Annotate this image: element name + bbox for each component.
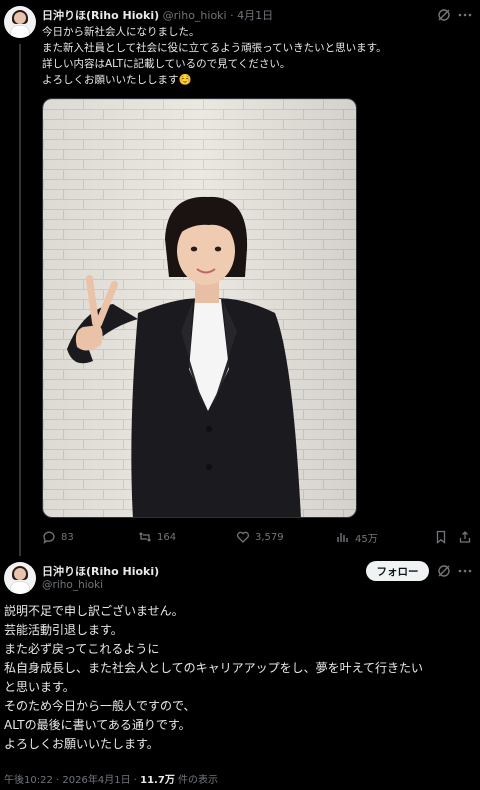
- thread-connector-line: [19, 44, 21, 556]
- tweet-header: 日沖りほ(Riho Hioki) @riho_hioki · 4月1日: [42, 7, 273, 23]
- tweet-line: 芸能活動引退します。: [4, 623, 123, 637]
- tweet-line: そのため今日から一般人ですので、: [4, 699, 196, 713]
- repost-icon: [139, 532, 151, 542]
- views-icon: [337, 533, 348, 542]
- follow-button[interactable]: フォロー: [366, 561, 429, 581]
- tweet-text: 今日から新社会人になりました。 また新入社員として社会に役に立てるよう頑張ってい…: [42, 24, 387, 88]
- tweet-line: よろしくお願いいたしします☺️: [42, 74, 192, 86]
- tweet-line: 私自身成長し、また社会人としてのキャリアアップをし、夢を叶えて行きたい: [4, 661, 424, 675]
- separator: ·: [133, 775, 137, 786]
- separator: ·: [230, 9, 234, 22]
- display-name[interactable]: 日沖りほ(Riho Hioki): [42, 9, 159, 22]
- like-icon: [237, 531, 249, 543]
- views-button[interactable]: 45万: [336, 528, 378, 546]
- tweet-line: と思います。: [4, 680, 75, 694]
- tweet-date[interactable]: 2026年4月1日: [62, 775, 130, 786]
- bookmark-icon: [436, 530, 446, 544]
- grok-icon[interactable]: [437, 8, 451, 22]
- reply-icon: [43, 531, 55, 544]
- tweet-actions: 83 164 3,579 45万: [42, 528, 478, 546]
- bookmark-button[interactable]: [434, 528, 448, 546]
- handle[interactable]: @riho_hioki: [42, 579, 103, 591]
- handle[interactable]: @riho_hioki: [163, 9, 227, 22]
- display-name[interactable]: 日沖りほ(Riho Hioki): [42, 563, 159, 579]
- like-count: 3,579: [255, 531, 284, 543]
- separator: ·: [56, 775, 60, 786]
- grok-icon[interactable]: [437, 564, 451, 578]
- share-button[interactable]: [458, 528, 472, 546]
- reply-button[interactable]: 83: [42, 528, 74, 546]
- tweet-line: よろしくお願いいたします。: [4, 737, 159, 751]
- tweet-photo[interactable]: [42, 98, 357, 518]
- like-button[interactable]: 3,579: [236, 528, 284, 546]
- avatar[interactable]: [4, 6, 36, 38]
- tweet-text: 説明不足で申し訳ございません。 芸能活動引退します。 また必ず戻ってこれるように…: [4, 602, 423, 754]
- tweet-line: 今日から新社会人になりました。: [42, 26, 200, 38]
- more-icon[interactable]: [458, 9, 472, 21]
- tweet-date[interactable]: 4月1日: [237, 9, 273, 22]
- tweet-meta: 午後10:22 · 2026年4月1日 · 11.7万 件の表示: [4, 771, 218, 786]
- more-icon[interactable]: [458, 565, 472, 577]
- avatar[interactable]: [4, 562, 36, 594]
- tweet-line: ALTの最後に書いてある通りです。: [4, 718, 191, 732]
- tweet-line: また必ず戻ってこれるように: [4, 642, 160, 656]
- views-count: 45万: [355, 533, 378, 545]
- views-count: 11.7万: [140, 775, 175, 786]
- tweet-line: また新入社員として社会に役に立てるよう頑張っていきたいと思います。: [42, 42, 387, 54]
- reply-count: 83: [61, 531, 74, 543]
- tweet-line: 説明不足で申し訳ございません。: [4, 604, 184, 618]
- tweet-line: 詳しい内容はALTに記載しているので見てください。: [42, 58, 291, 70]
- views-label: 件の表示: [178, 775, 219, 786]
- repost-button[interactable]: 164: [138, 528, 176, 546]
- share-icon: [459, 531, 471, 543]
- repost-count: 164: [157, 531, 177, 543]
- tweet-time[interactable]: 午後10:22: [4, 775, 53, 786]
